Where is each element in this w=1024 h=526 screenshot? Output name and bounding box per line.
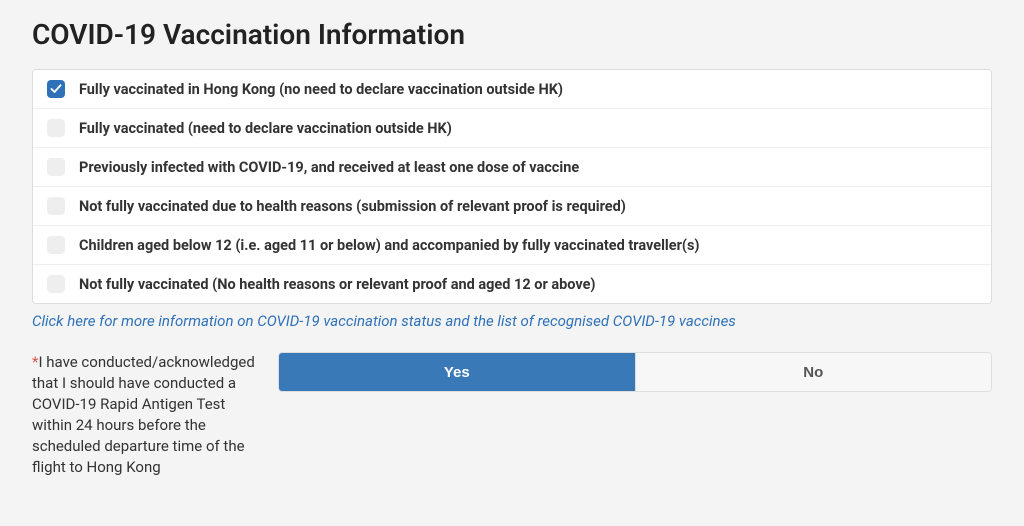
- checkbox-icon: [47, 158, 65, 176]
- option-label: Fully vaccinated in Hong Kong (no need t…: [79, 81, 563, 98]
- checkbox-icon: [47, 236, 65, 254]
- yes-no-toggle: Yes No: [278, 352, 992, 392]
- vaccination-option[interactable]: Not fully vaccinated due to health reaso…: [33, 187, 991, 226]
- yes-button[interactable]: Yes: [279, 353, 635, 391]
- no-button[interactable]: No: [635, 353, 992, 391]
- question-body: I have conducted/acknowledged that I sho…: [32, 353, 255, 476]
- checkbox-icon: [47, 119, 65, 137]
- checkbox-icon: [47, 197, 65, 215]
- vaccination-option-list: Fully vaccinated in Hong Kong (no need t…: [32, 69, 992, 304]
- page-title: COVID-19 Vaccination Information: [32, 18, 992, 51]
- option-label: Not fully vaccinated due to health reaso…: [79, 198, 626, 215]
- checkbox-icon: [47, 275, 65, 293]
- checkbox-icon: [47, 80, 65, 98]
- option-label: Fully vaccinated (need to declare vaccin…: [79, 120, 452, 137]
- rat-question-row: *I have conducted/acknowledged that I sh…: [32, 352, 992, 478]
- option-label: Previously infected with COVID-19, and r…: [79, 159, 579, 176]
- vaccination-option[interactable]: Children aged below 12 (i.e. aged 11 or …: [33, 226, 991, 265]
- vaccination-option[interactable]: Not fully vaccinated (No health reasons …: [33, 265, 991, 303]
- option-label: Not fully vaccinated (No health reasons …: [79, 276, 596, 293]
- option-label: Children aged below 12 (i.e. aged 11 or …: [79, 237, 700, 254]
- vaccination-option[interactable]: Fully vaccinated in Hong Kong (no need t…: [33, 70, 991, 109]
- rat-question-text: *I have conducted/acknowledged that I sh…: [32, 352, 278, 478]
- vaccination-option[interactable]: Fully vaccinated (need to declare vaccin…: [33, 109, 991, 148]
- vaccination-option[interactable]: Previously infected with COVID-19, and r…: [33, 148, 991, 187]
- vaccine-info-link[interactable]: Click here for more information on COVID…: [32, 312, 992, 330]
